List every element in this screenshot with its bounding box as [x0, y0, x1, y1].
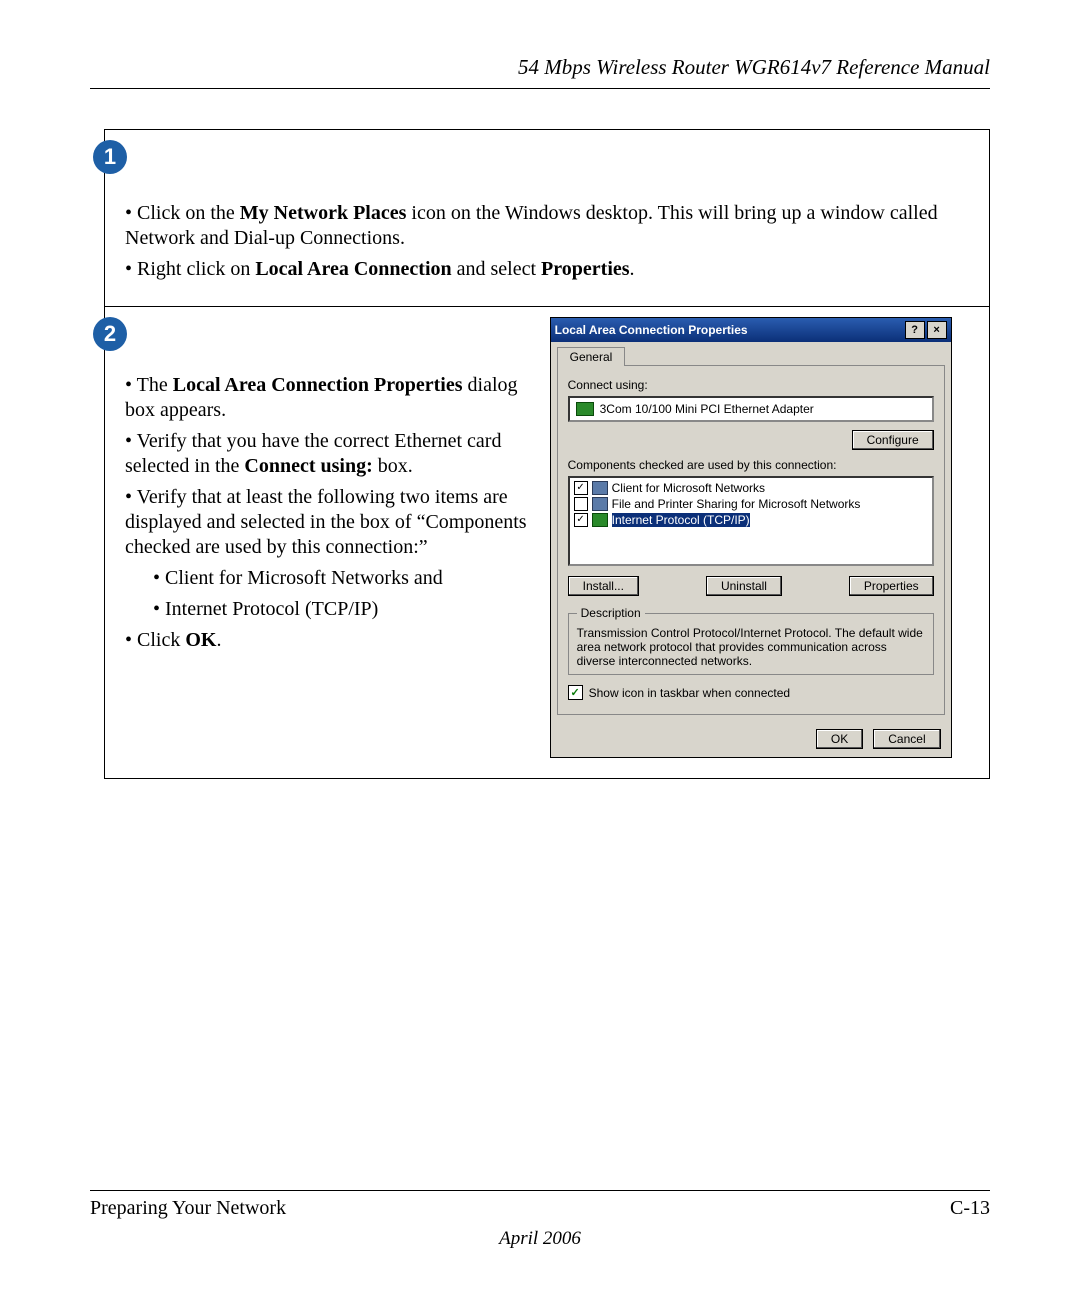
footer-page-number: C-13: [950, 1197, 990, 1220]
component-tcpip[interactable]: ✓ Internet Protocol (TCP/IP): [572, 512, 930, 528]
client-icon: [592, 481, 608, 495]
nic-icon: [576, 402, 594, 416]
step2-sub-1: Client for Microsoft Networks and: [153, 566, 532, 591]
show-icon-label: Show icon in taskbar when connected: [589, 686, 790, 700]
show-icon-checkbox[interactable]: ✓: [568, 685, 583, 700]
step-1-badge: 1: [93, 140, 127, 174]
step-2-text: The Local Area Connection Properties dia…: [105, 307, 540, 778]
checkbox-unchecked-icon[interactable]: [574, 497, 588, 511]
install-button[interactable]: Install...: [568, 576, 639, 596]
description-group: Description Transmission Control Protoco…: [568, 606, 934, 675]
components-label: Components checked are used by this conn…: [568, 458, 934, 472]
footer-date: April 2006: [90, 1228, 990, 1250]
step2-bullet-2: Verify that you have the correct Etherne…: [125, 429, 532, 479]
step-2: 2 The Local Area Connection Properties d…: [105, 307, 989, 778]
step2-bullet-3: Verify that at least the following two i…: [125, 485, 532, 560]
close-button[interactable]: ×: [927, 321, 947, 339]
step1-bullet-2: Right click on Local Area Connection and…: [125, 257, 979, 282]
step2-bullet-1: The Local Area Connection Properties dia…: [125, 373, 532, 423]
step2-sub-2: Internet Protocol (TCP/IP): [153, 597, 532, 622]
header-rule: [90, 88, 990, 89]
component-file-printer-sharing[interactable]: File and Printer Sharing for Microsoft N…: [572, 496, 930, 512]
adapter-name: 3Com 10/100 Mini PCI Ethernet Adapter: [600, 402, 814, 416]
connect-using-label: Connect using:: [568, 378, 934, 392]
uninstall-button[interactable]: Uninstall: [706, 576, 782, 596]
cancel-button[interactable]: Cancel: [873, 729, 940, 749]
footer-rule: [90, 1190, 990, 1191]
step-2-badge: 2: [93, 317, 127, 351]
configure-button[interactable]: Configure: [852, 430, 934, 450]
show-icon-row[interactable]: ✓ Show icon in taskbar when connected: [568, 685, 934, 700]
tab-general[interactable]: General: [557, 347, 626, 366]
component-client-ms-networks[interactable]: ✓ Client for Microsoft Networks: [572, 480, 930, 496]
step1-bullet-1: Click on the My Network Places icon on t…: [125, 201, 979, 251]
checkbox-checked-icon[interactable]: ✓: [574, 513, 588, 527]
description-legend: Description: [577, 606, 645, 620]
adapter-field: 3Com 10/100 Mini PCI Ethernet Adapter: [568, 396, 934, 422]
dialog-panel: Connect using: 3Com 10/100 Mini PCI Ethe…: [557, 365, 945, 715]
checkbox-checked-icon[interactable]: ✓: [574, 481, 588, 495]
properties-button[interactable]: Properties: [849, 576, 934, 596]
service-icon: [592, 497, 608, 511]
page-footer: Preparing Your Network C-13 April 2006: [90, 1190, 990, 1250]
description-text: Transmission Control Protocol/Internet P…: [577, 626, 925, 668]
step-2-figure: Local Area Connection Properties ? × Gen…: [540, 307, 989, 778]
step-1: 1 Click on the My Network Places icon on…: [105, 130, 989, 306]
tab-row: General: [551, 342, 951, 365]
step2-bullet-4: Click OK.: [125, 628, 532, 653]
help-button[interactable]: ?: [905, 321, 925, 339]
protocol-icon: [592, 513, 608, 527]
ok-button[interactable]: OK: [816, 729, 863, 749]
dialog-titlebar: Local Area Connection Properties ? ×: [551, 318, 951, 342]
lan-properties-dialog: Local Area Connection Properties ? × Gen…: [550, 317, 952, 758]
footer-section: Preparing Your Network: [90, 1197, 286, 1220]
components-listbox[interactable]: ✓ Client for Microsoft Networks File and…: [568, 476, 934, 566]
instruction-box: 1 Click on the My Network Places icon on…: [104, 129, 990, 779]
dialog-title: Local Area Connection Properties: [555, 323, 748, 337]
doc-header-title: 54 Mbps Wireless Router WGR614v7 Referen…: [90, 55, 990, 80]
